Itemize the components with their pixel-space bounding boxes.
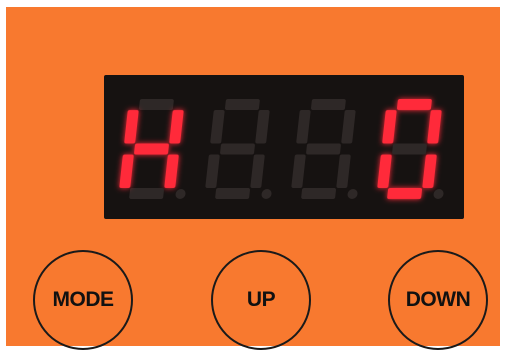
control-panel: MODE UP DOWN: [6, 7, 500, 350]
segment-e: [205, 154, 220, 188]
segment-e: [291, 154, 306, 188]
down-button-label: DOWN: [405, 288, 471, 311]
up-button-label: UP: [246, 288, 276, 311]
segment-c: [164, 154, 179, 188]
segment-e: [119, 154, 134, 188]
segment-c: [422, 154, 437, 188]
segment-f: [124, 110, 139, 144]
segment-a: [310, 99, 346, 110]
segment-d: [129, 188, 165, 199]
up-button[interactable]: UP: [211, 250, 311, 350]
segment-f: [382, 110, 397, 144]
segment-f: [210, 110, 225, 144]
digit-1: [119, 99, 186, 199]
segment-d: [301, 188, 337, 199]
mode-button-label: MODE: [52, 288, 115, 311]
segment-g: [306, 143, 341, 155]
segment-a: [224, 99, 260, 110]
segment-e: [377, 154, 392, 188]
segment-b: [255, 110, 270, 144]
digit-3: [291, 99, 358, 199]
segment-g: [220, 143, 255, 155]
segment-b: [427, 110, 442, 144]
decimal-point: [175, 189, 186, 199]
segment-g: [134, 143, 169, 155]
segment-a: [138, 99, 174, 110]
segment-b: [341, 110, 356, 144]
decimal-point: [261, 189, 272, 199]
decimal-point: [433, 189, 444, 199]
segment-g: [392, 143, 427, 155]
seven-segment-display: [104, 75, 464, 219]
decimal-point: [347, 189, 358, 199]
seven-segment-digits: [119, 99, 444, 199]
segment-c: [336, 154, 351, 188]
digit-2: [205, 99, 272, 199]
segment-b: [169, 110, 184, 144]
down-button[interactable]: DOWN: [388, 250, 488, 350]
digit-4: [377, 99, 444, 199]
segment-d: [215, 188, 251, 199]
segment-c: [250, 154, 265, 188]
segment-a: [396, 99, 432, 110]
segment-f: [296, 110, 311, 144]
mode-button[interactable]: MODE: [33, 250, 133, 350]
segment-d: [387, 188, 423, 199]
